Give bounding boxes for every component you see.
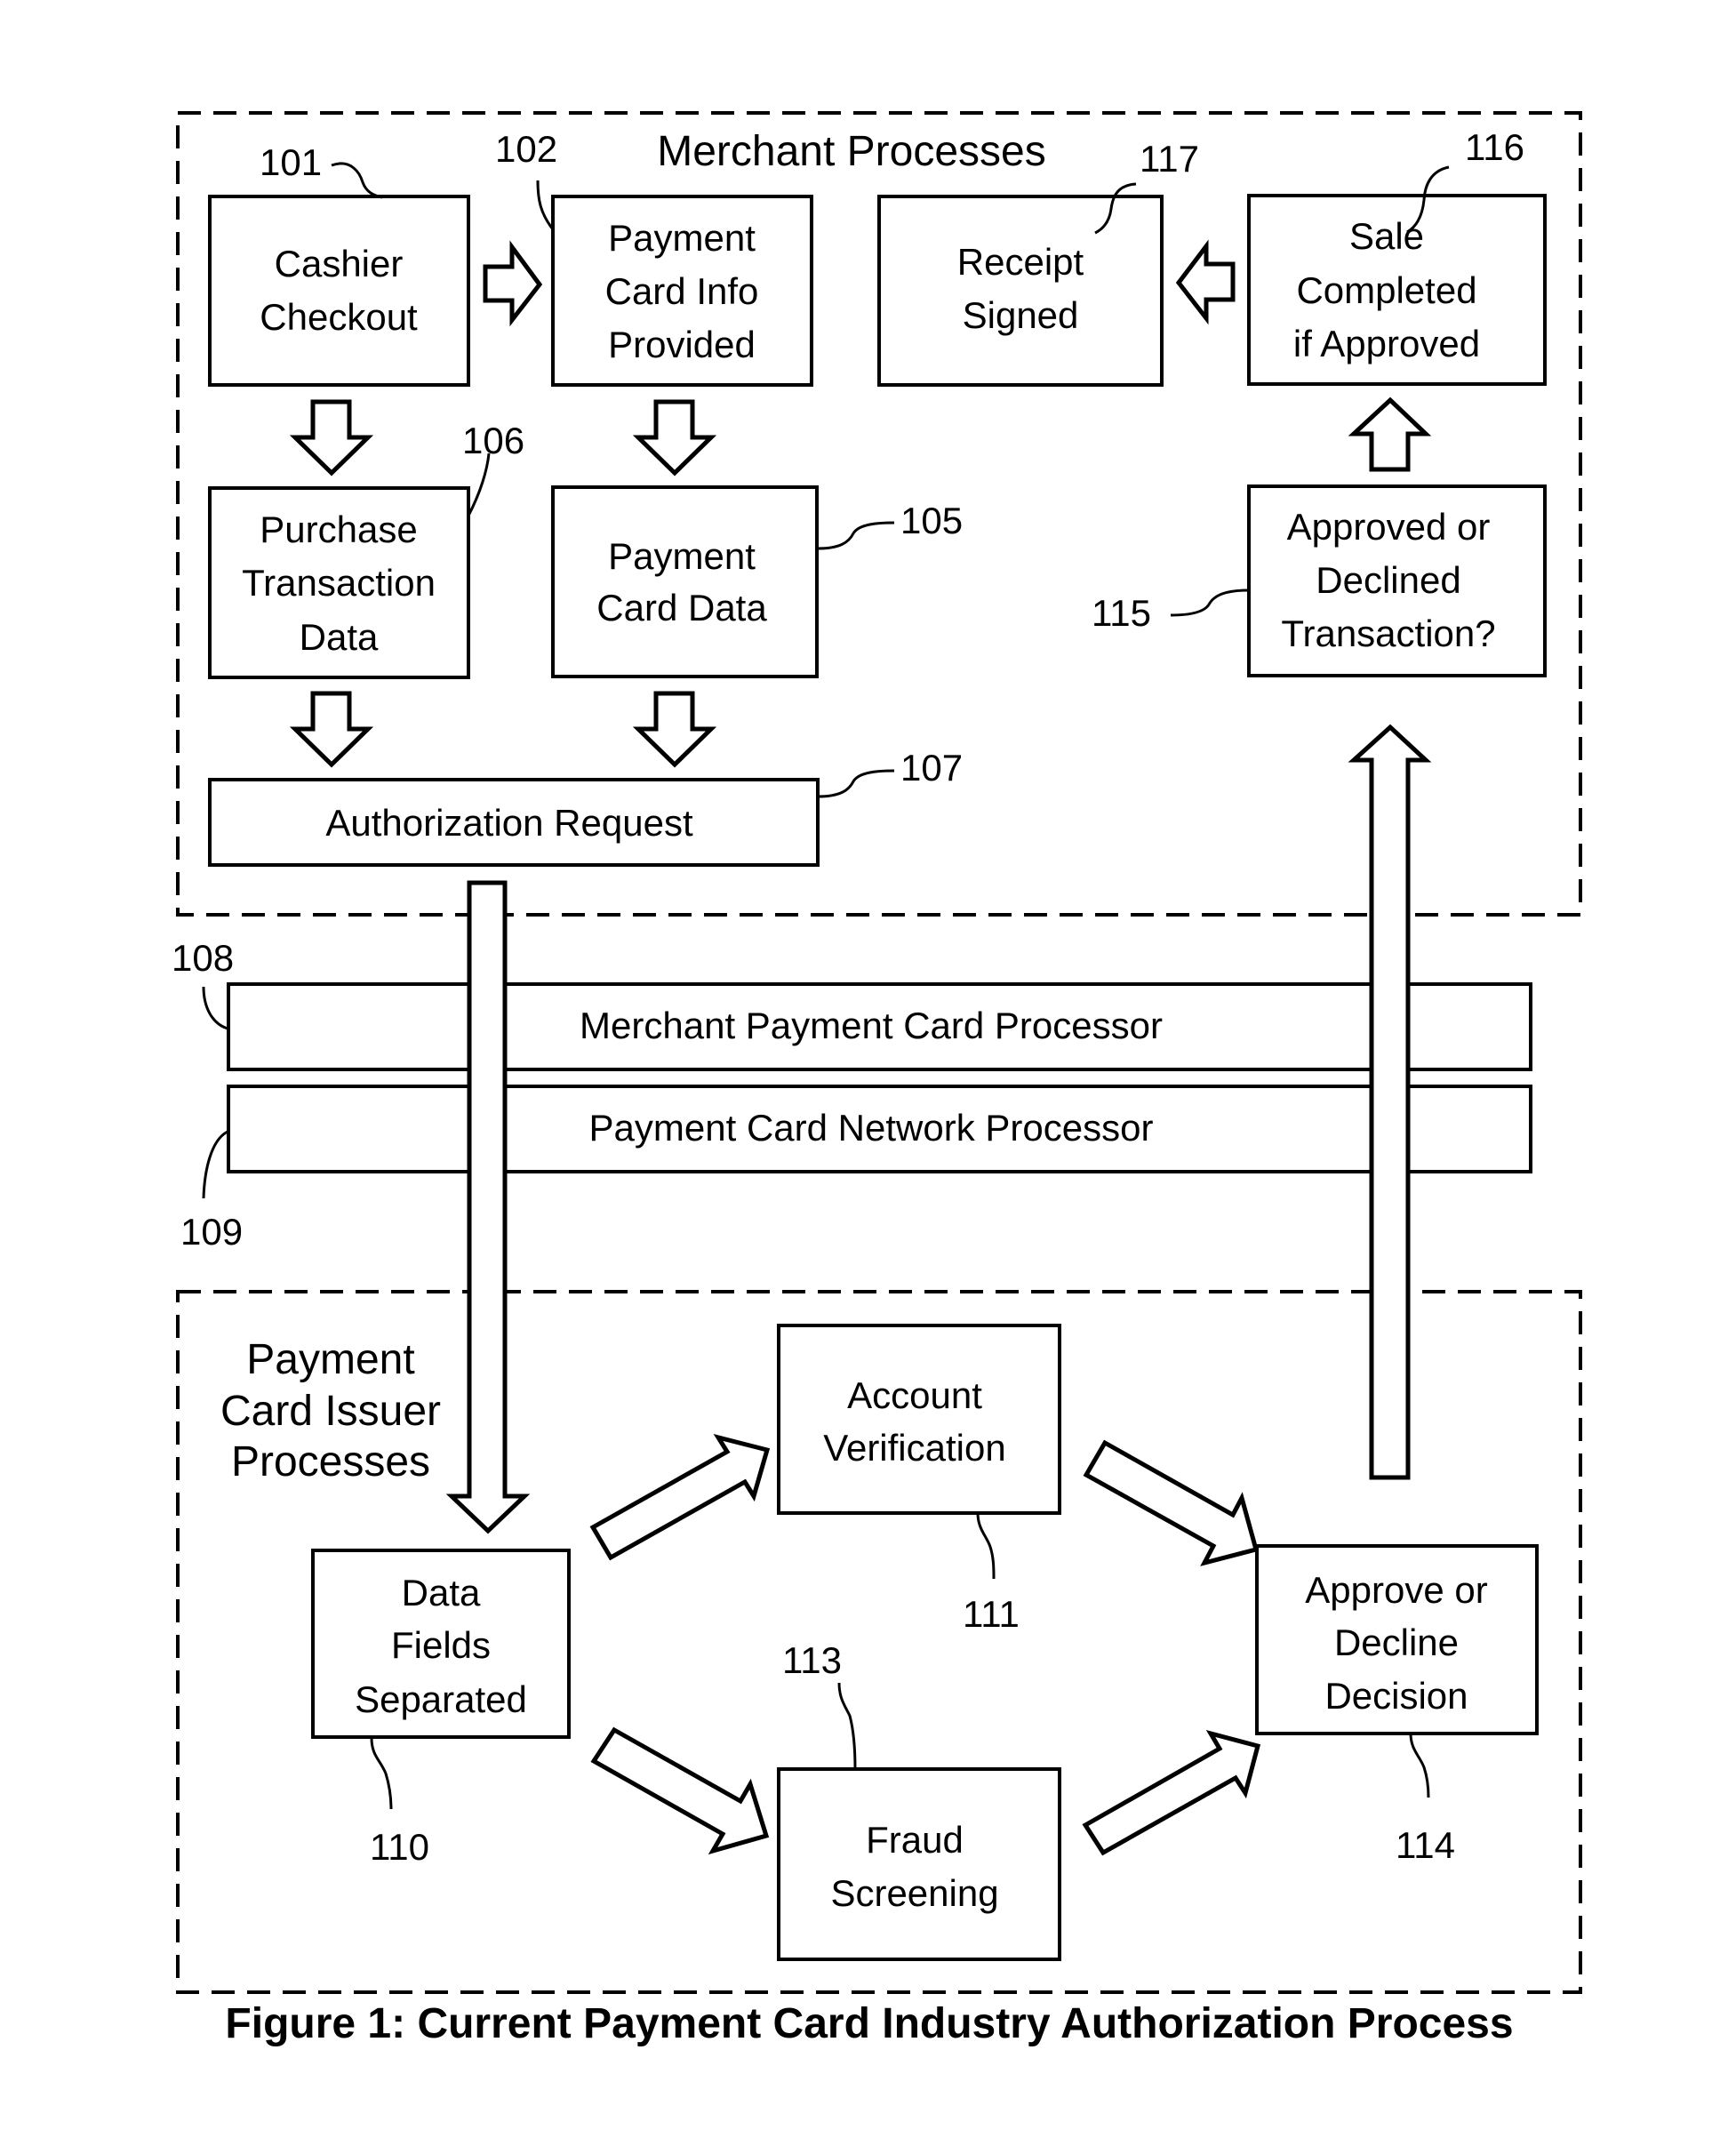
ref-111: 111 xyxy=(963,1593,1020,1635)
merchant-processes-title: Merchant Processes xyxy=(657,128,1046,175)
merchant-payment-card-processor-bar: Merchant Payment Card Processor xyxy=(227,982,1532,1071)
ref-106: 106 xyxy=(462,420,524,461)
account-verification-line-1: Account xyxy=(847,1374,982,1416)
fraud-screening-box: Fraud Screening xyxy=(777,1767,1061,1961)
ref-115: 115 xyxy=(1092,592,1151,634)
data-fields-separated-box: Data Fields Separated xyxy=(311,1549,571,1739)
cashier-checkout-line-1: Cashier xyxy=(275,243,404,284)
arrow-checkout-to-card-info xyxy=(483,240,543,327)
network-processor-label: Payment Card Network Processor xyxy=(589,1107,1154,1149)
fraud-screening-line-1: Fraud xyxy=(866,1819,964,1861)
ref-109: 109 xyxy=(180,1211,243,1253)
authorization-process-diagram: Merchant Processes Cashier Checkout Paym… xyxy=(172,111,1582,2047)
authorization-request-box: Authorization Request xyxy=(208,778,820,867)
approved-declined-line-3: Transaction? xyxy=(1281,613,1495,654)
issuer-title-line-1: Payment xyxy=(246,1336,414,1383)
ref-110: 110 xyxy=(370,1826,429,1868)
approved-declined-line-2: Declined xyxy=(1316,559,1460,601)
ref-102: 102 xyxy=(495,128,557,170)
approved-declined-box: Approved or Declined Transaction? xyxy=(1247,484,1547,677)
receipt-signed-box: Receipt Signed xyxy=(877,195,1164,387)
sale-completed-line-2: Completed xyxy=(1296,269,1476,311)
fraud-screening-line-2: Screening xyxy=(830,1872,998,1914)
account-verification-line-2: Verification xyxy=(823,1427,1005,1469)
arrow-auth-request-to-issuer xyxy=(445,880,531,1534)
data-fields-line-1: Data xyxy=(402,1572,481,1614)
leader-105 xyxy=(817,521,895,550)
payment-card-info-line-1: Payment xyxy=(608,217,756,259)
ref-108: 108 xyxy=(172,937,234,979)
payment-card-data-line-1: Payment xyxy=(608,535,756,577)
arrow-approved-to-sale xyxy=(1348,396,1432,472)
ref-105: 105 xyxy=(900,500,963,541)
leader-114 xyxy=(1409,1733,1430,1798)
arrow-data-fields-to-account-verification xyxy=(589,1434,771,1561)
cashier-checkout-box: Cashier Checkout xyxy=(208,195,470,387)
leader-101 xyxy=(331,162,383,199)
sale-completed-line-3: if Approved xyxy=(1293,323,1480,364)
approve-decline-line-1: Approve or xyxy=(1305,1569,1487,1611)
payment-card-network-processor-bar: Payment Card Network Processor xyxy=(227,1085,1532,1173)
purchase-transaction-data-box: Purchase Transaction Data xyxy=(208,486,470,679)
purchase-data-line-2: Transaction xyxy=(242,562,436,604)
arrow-purchase-data-to-auth-request xyxy=(289,691,374,768)
issuer-title-line-3: Processes xyxy=(231,1438,430,1485)
authorization-request-label: Authorization Request xyxy=(325,802,693,844)
arrow-fraud-screening-to-decision xyxy=(1082,1730,1261,1856)
leader-115 xyxy=(1170,589,1249,617)
data-fields-line-2: Fields xyxy=(391,1624,491,1666)
ref-113: 113 xyxy=(782,1639,842,1681)
cashier-checkout-line-2: Checkout xyxy=(260,296,418,338)
payment-card-info-line-2: Card Info xyxy=(605,270,759,312)
payment-card-info-line-3: Provided xyxy=(608,324,756,365)
figure-caption: Figure 1: Current Payment Card Industry … xyxy=(225,2000,1513,2047)
data-fields-line-3: Separated xyxy=(355,1678,527,1720)
approve-decline-decision-box: Approve or Decline Decision xyxy=(1255,1544,1539,1735)
leader-106 xyxy=(467,452,491,516)
leader-109 xyxy=(202,1130,228,1199)
arrow-card-data-to-auth-request xyxy=(632,691,717,768)
payment-card-data-box: Payment Card Data xyxy=(551,485,819,678)
leader-110 xyxy=(370,1737,393,1810)
issuer-title-line-2: Card Issuer xyxy=(220,1388,441,1435)
approve-decline-line-2: Decline xyxy=(1334,1622,1459,1663)
purchase-data-line-3: Data xyxy=(300,616,379,658)
payment-card-info-box: Payment Card Info Provided xyxy=(551,195,813,387)
leader-113 xyxy=(837,1682,857,1770)
sale-completed-line-1: Sale xyxy=(1349,215,1424,257)
receipt-signed-line-2: Signed xyxy=(963,294,1079,336)
account-verification-box: Account Verification xyxy=(777,1324,1061,1515)
approved-declined-line-1: Approved or xyxy=(1287,506,1491,548)
ref-101: 101 xyxy=(260,141,322,183)
ref-117: 117 xyxy=(1140,138,1199,180)
leader-107 xyxy=(817,769,895,798)
approve-decline-line-3: Decision xyxy=(1324,1675,1468,1717)
arrow-data-fields-to-fraud-screening xyxy=(590,1726,770,1855)
arrow-checkout-to-purchase-data xyxy=(289,399,374,476)
ref-107: 107 xyxy=(900,747,963,789)
arrow-sale-to-receipt xyxy=(1175,239,1236,325)
leader-108 xyxy=(202,986,228,1030)
payment-card-data-line-2: Card Data xyxy=(596,587,767,629)
arrow-card-info-to-card-data xyxy=(632,399,717,476)
purchase-data-line-1: Purchase xyxy=(260,508,417,550)
ref-116: 116 xyxy=(1465,126,1524,168)
arrow-account-verification-to-decision xyxy=(1083,1439,1260,1566)
receipt-signed-line-1: Receipt xyxy=(957,241,1084,283)
leader-111 xyxy=(976,1512,996,1580)
leader-102 xyxy=(536,180,555,230)
ref-114: 114 xyxy=(1396,1824,1455,1866)
sale-completed-box: Sale Completed if Approved xyxy=(1247,194,1547,386)
merchant-processor-label: Merchant Payment Card Processor xyxy=(580,1005,1163,1046)
